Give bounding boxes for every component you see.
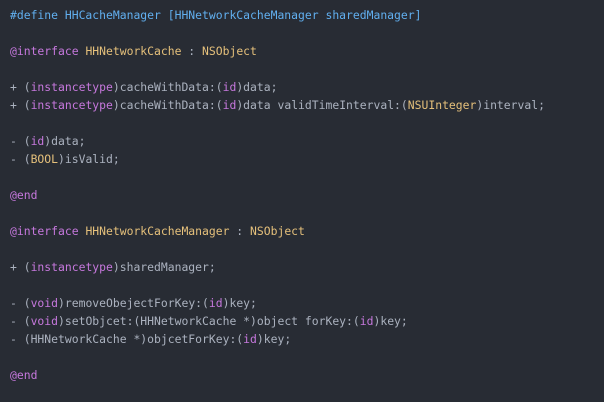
code-editor[interactable]: #define HHCacheManager [HHNetworkCacheMa… <box>0 0 604 402</box>
code-token-classname: HHNetworkCacheManager <box>85 224 230 238</box>
code-line: @end <box>10 186 604 204</box>
code-line: - (id)data; <box>10 132 604 150</box>
code-token-type: id <box>243 332 257 346</box>
code-line: #define HHCacheManager [HHNetworkCacheMa… <box>10 6 604 24</box>
code-token-classname: NSUInteger <box>407 98 477 112</box>
code-token-type: instancetype <box>30 98 113 112</box>
code-token-plain: )removeObejectForKey:( <box>58 296 209 310</box>
code-token-plain: : <box>181 44 203 58</box>
code-line: - (void)removeObejectForKey:(id)key; <box>10 294 604 312</box>
code-token-plain: )isValid; <box>58 152 120 166</box>
code-line: + (instancetype)sharedManager; <box>10 258 604 276</box>
code-token-plain: + ( <box>10 260 31 274</box>
code-token-plain: )cacheWithData:( <box>112 98 223 112</box>
code-line: + (instancetype)cacheWithData:(id)data; <box>10 78 604 96</box>
code-line: @interface HHNetworkCache : NSObject <box>10 42 604 60</box>
code-token-type: instancetype <box>30 80 113 94</box>
code-token-type: id <box>359 314 374 328</box>
code-token-plain: )key; <box>222 296 257 310</box>
code-token-macro: #define HHCacheManager [HHNetworkCacheMa… <box>10 8 422 22</box>
code-line: - (BOOL)isValid; <box>10 150 604 168</box>
code-token-plain: - ( <box>10 134 31 148</box>
code-token-plain: + ( <box>10 80 31 94</box>
code-line: + (instancetype)cacheWithData:(id)data v… <box>10 96 604 114</box>
code-token-plain: )sharedManager; <box>112 260 216 274</box>
code-token-type: void <box>30 296 59 310</box>
code-token-plain: )data validTimeInterval:( <box>236 98 408 112</box>
code-token-plain: )key; <box>256 332 292 346</box>
code-token-plain: + ( <box>10 98 31 112</box>
code-token-plain: )key; <box>373 314 408 328</box>
code-token-keyword: @interface <box>10 224 79 238</box>
code-token-classname: NSObject <box>202 44 257 58</box>
code-token-plain: )cacheWithData:( <box>112 80 223 94</box>
code-token-keyword: @interface <box>10 44 79 58</box>
code-line: - (void)setObjcet:(HHNetworkCache *)obje… <box>10 312 604 330</box>
code-token-keyword: @end <box>10 368 38 382</box>
code-token-type: id <box>208 296 223 310</box>
code-token-plain: )data; <box>236 80 278 94</box>
code-line: @interface HHNetworkCacheManager : NSObj… <box>10 222 604 240</box>
code-token-classname: BOOL <box>30 152 59 166</box>
code-token-classname: NSObject <box>250 224 305 238</box>
code-token-classname: HHNetworkCache <box>85 44 182 58</box>
code-token-keyword: @end <box>10 188 38 202</box>
code-token-type: instancetype <box>30 260 113 274</box>
code-token-type: void <box>30 314 59 328</box>
code-token-type: id <box>30 134 45 148</box>
code-token-plain: : <box>229 224 251 238</box>
code-token-plain: - ( <box>10 314 31 328</box>
code-token-plain: )interval; <box>476 98 545 112</box>
code-token-plain: - ( <box>10 152 31 166</box>
code-token-type: id <box>222 98 237 112</box>
code-token-plain: - (HHNetworkCache *)objcetForKey:( <box>10 332 244 346</box>
code-token-type: id <box>222 80 237 94</box>
code-token-plain: - ( <box>10 296 31 310</box>
code-token-plain: )data; <box>44 134 86 148</box>
code-line: @end <box>10 366 604 384</box>
code-line: - (HHNetworkCache *)objcetForKey:(id)key… <box>10 330 604 348</box>
code-token-plain: )setObjcet:(HHNetworkCache *)object forK… <box>58 314 360 328</box>
